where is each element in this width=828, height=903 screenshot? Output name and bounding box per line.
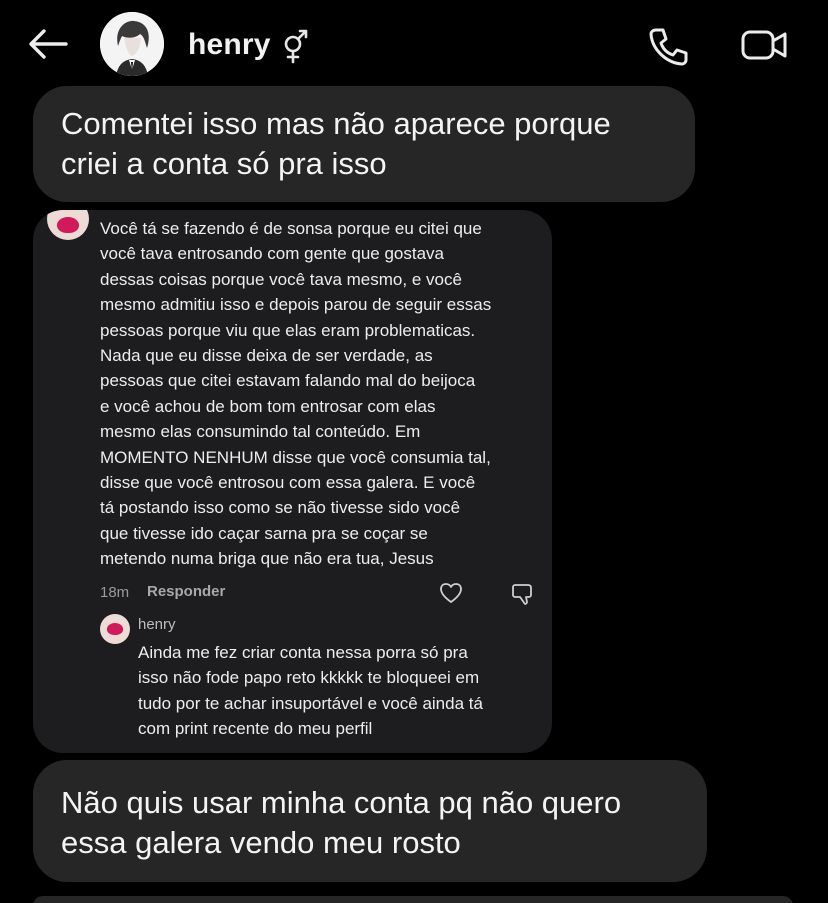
reply-button: Responder xyxy=(147,583,226,600)
reply-username: henry xyxy=(138,616,176,633)
rose-icon xyxy=(107,623,123,635)
commenter-avatar xyxy=(47,210,89,240)
reply-avatar xyxy=(100,614,130,644)
dislike-icon xyxy=(512,584,532,605)
video-camera-icon[interactable] xyxy=(740,26,788,64)
heart-icon xyxy=(440,583,462,603)
chat-header: henry xyxy=(0,0,828,88)
next-message-bubble xyxy=(33,896,793,903)
contact-avatar[interactable] xyxy=(100,12,164,76)
gender-icon xyxy=(284,29,308,64)
comment-text: Você tá se fazendo é de sonsa porque eu … xyxy=(100,219,492,569)
contact-name[interactable]: henry xyxy=(188,28,271,62)
message-bubble[interactable]: Comentei isso mas não aparece porque cri… xyxy=(33,86,695,202)
avatar-illustration xyxy=(100,12,164,76)
rose-icon xyxy=(57,217,79,233)
shared-comment-screenshot[interactable]: Você tá se fazendo é de sonsa porque eu … xyxy=(33,210,552,753)
comment-timestamp: 18m xyxy=(100,584,130,601)
dm-conversation-screen: henry Comentei isso mas não aparece porq… xyxy=(0,0,828,903)
back-arrow-icon[interactable] xyxy=(26,26,70,62)
reply-text: Ainda me fez criar conta nessa porra só … xyxy=(138,643,483,739)
phone-icon[interactable] xyxy=(646,24,690,68)
message-bubble[interactable]: Não quis usar minha conta pq não quero e… xyxy=(33,760,707,882)
